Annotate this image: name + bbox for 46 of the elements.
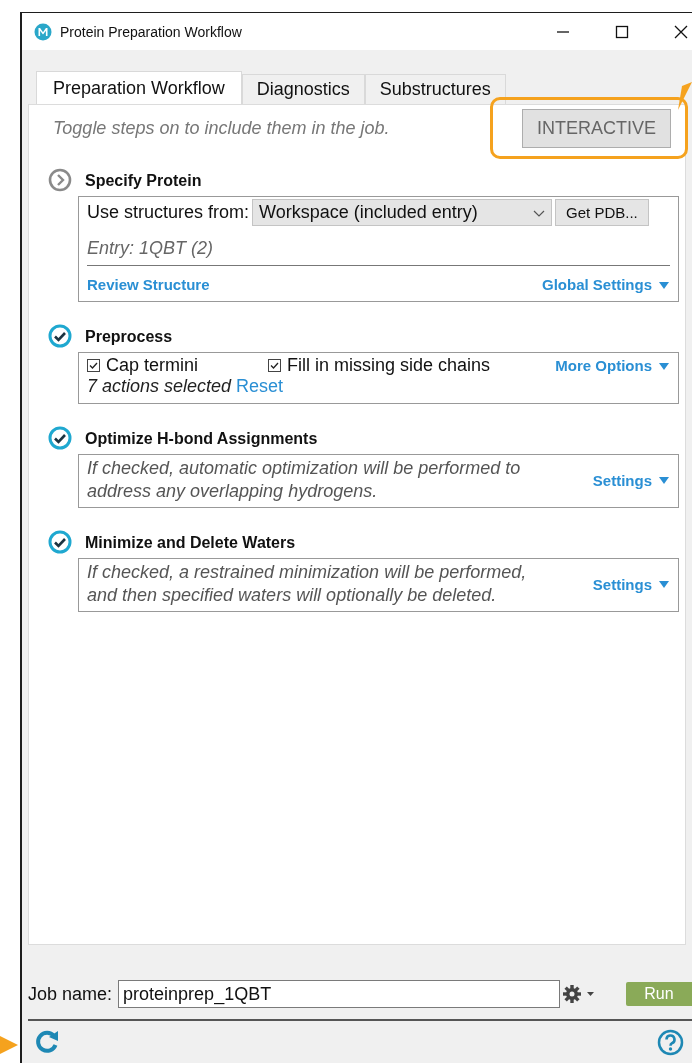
run-button[interactable]: Run — [626, 982, 692, 1006]
review-structure-link[interactable]: Review Structure — [87, 276, 210, 293]
maximize-icon[interactable] — [615, 24, 629, 39]
settings-link[interactable]: Settings — [592, 575, 652, 593]
option-label: Cap termini — [106, 355, 199, 376]
dropdown-value: Workspace (included entry) — [259, 202, 478, 223]
get-pdb-button[interactable]: Get PDB... — [555, 199, 649, 226]
close-icon[interactable] — [674, 24, 688, 39]
dropdown-arrow-icon[interactable] — [658, 279, 670, 290]
dropdown-arrow-icon[interactable] — [658, 579, 670, 589]
global-settings-link[interactable]: Global Settings — [542, 276, 652, 293]
tab[interactable]: Substructures — [364, 74, 506, 104]
hint-text: Toggle steps on to include them in the job. — [52, 118, 390, 139]
reset-link[interactable]: Reset — [236, 376, 284, 397]
step-title: Minimize and Delete Waters — [84, 533, 297, 553]
source-dropdown[interactable]: Workspace (included entry) — [252, 199, 553, 226]
entry-text: Entry: 1QBT (2) — [87, 237, 215, 260]
help-icon[interactable] — [657, 1028, 684, 1056]
source-label: Use structures from: — [87, 202, 250, 223]
checkbox[interactable] — [87, 359, 100, 372]
step-description: If checked, automatic optimization will be performed to address any overlapping hydrogens. — [87, 457, 522, 503]
checkbox[interactable] — [268, 359, 282, 372]
step-toggle-checked-icon[interactable] — [48, 324, 72, 348]
settings-link[interactable]: Settings — [592, 471, 652, 489]
step-title: Specify Protein — [84, 171, 203, 191]
annotation-arrow — [678, 82, 692, 110]
step-description: If checked, a restrained minimization will be performed, and then specified waters will optionally be deleted. — [87, 561, 528, 607]
dropdown-arrow-icon[interactable] — [658, 360, 670, 371]
app-logo-icon — [34, 22, 52, 41]
dropdown-arrow-icon[interactable] — [658, 475, 670, 485]
refresh-icon[interactable] — [34, 1029, 60, 1055]
job-name-field[interactable]: proteinprep_1QBT — [118, 980, 561, 1008]
interactive-button[interactable]: INTERACTIVE — [522, 109, 671, 148]
option-label: Fill in missing side chains — [287, 355, 491, 376]
step-title: Optimize H-bond Assignments — [84, 429, 319, 449]
step-toggle-icon[interactable] — [48, 168, 72, 192]
window-title: Protein Preparation Workflow — [60, 23, 242, 40]
tab[interactable]: Diagnostics — [241, 74, 365, 104]
step-toggle-checked-icon[interactable] — [48, 530, 72, 554]
more-options-link[interactable]: More Options — [555, 357, 652, 374]
job-name-label: Job name: — [28, 983, 113, 1005]
step-title: Preprocess — [84, 327, 174, 347]
settings-icon[interactable] — [562, 984, 597, 1004]
step-toggle-checked-icon[interactable] — [48, 426, 72, 450]
summary-text: 7 actions selected — [87, 376, 232, 397]
tab[interactable]: Preparation Workflow — [36, 71, 242, 104]
